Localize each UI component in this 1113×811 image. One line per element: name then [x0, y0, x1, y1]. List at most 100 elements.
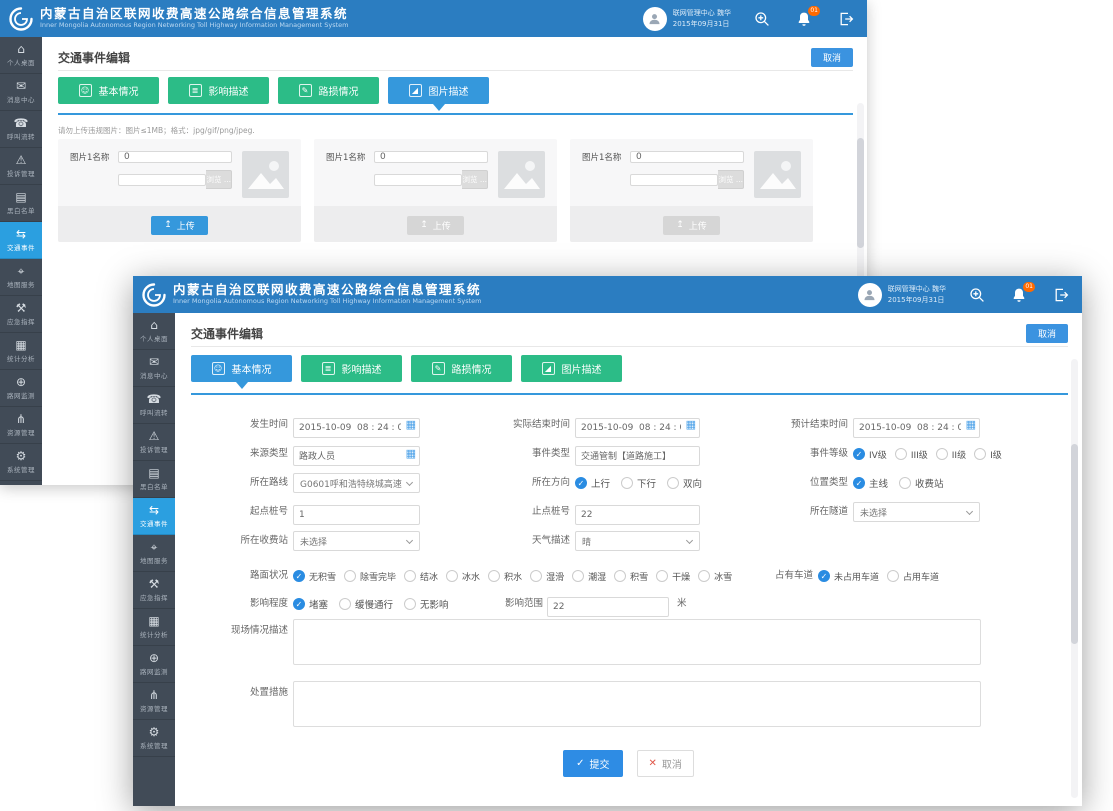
radio-option[interactable]: 占用车道 — [887, 570, 939, 583]
tab[interactable]: ✎ 路损情况 — [411, 355, 512, 382]
impact-range-input[interactable] — [547, 597, 669, 617]
radio-option[interactable]: I级 — [974, 448, 1002, 461]
radio-option[interactable]: 堵塞 — [293, 597, 328, 611]
measures-textarea[interactable] — [293, 681, 981, 727]
radio-option[interactable]: 湿滑 — [530, 570, 564, 583]
logout-icon[interactable] — [838, 11, 854, 27]
logout-icon[interactable] — [1053, 287, 1069, 303]
radio-option[interactable]: 下行 — [621, 476, 656, 490]
start-stake-input[interactable] — [293, 505, 420, 525]
sidebar-item[interactable]: ⌂ 个人桌面 — [0, 37, 42, 74]
sidebar-item[interactable]: ⌖ 地图服务 — [0, 259, 42, 296]
sidebar-item[interactable]: ▦ 统计分析 — [133, 609, 175, 646]
cancel-button[interactable]: 取消 — [1026, 324, 1068, 343]
sidebar-item[interactable]: ⚒ 应急指挥 — [0, 296, 42, 333]
upload-button[interactable]: 上传 — [663, 216, 720, 235]
calendar-icon[interactable] — [406, 418, 416, 432]
sidebar-item[interactable]: ⊕ 路网监测 — [133, 646, 175, 683]
form-cancel-button[interactable]: 取消 — [637, 750, 694, 777]
radio-option[interactable]: 缓慢通行 — [339, 597, 393, 611]
radio-option[interactable]: 除雪完毕 — [344, 570, 396, 583]
sidebar-item[interactable]: ⊕ 路网监测 — [0, 370, 42, 407]
sidebar-item[interactable]: ☎ 呼叫流转 — [133, 387, 175, 424]
image-name-input[interactable] — [374, 151, 488, 163]
sidebar-item[interactable]: ▤ 黑白名单 — [0, 185, 42, 222]
radio-option[interactable]: 潮湿 — [572, 570, 606, 583]
sidebar-item[interactable]: ⚠ 投诉管理 — [133, 424, 175, 461]
expect-end-input[interactable] — [853, 418, 980, 438]
sidebar-item[interactable]: ✉ 消息中心 — [133, 350, 175, 387]
sidebar-item[interactable]: ⌖ 地图服务 — [133, 535, 175, 572]
radio-option[interactable]: 收费站 — [899, 476, 944, 490]
sidebar-item[interactable]: ☎ 呼叫流转 — [0, 111, 42, 148]
file-path-input[interactable] — [374, 174, 462, 186]
radio-option[interactable]: 积水 — [488, 570, 522, 583]
radio-option[interactable]: III级 — [895, 448, 928, 461]
tunnel-select[interactable]: 未选择 — [853, 502, 980, 522]
sidebar-item[interactable]: ▤ 黑白名单 — [133, 461, 175, 498]
sidebar-item[interactable]: ✉ 消息中心 — [0, 74, 42, 111]
file-path-input[interactable] — [118, 174, 206, 186]
tab[interactable]: ✎ 路损情况 — [278, 77, 379, 104]
file-path-input[interactable] — [630, 174, 718, 186]
sidebar-item[interactable]: ⌂ 个人桌面 — [133, 313, 175, 350]
weather-select[interactable]: 晴 — [575, 531, 700, 551]
scrollbar-thumb[interactable] — [1071, 444, 1078, 644]
route-select[interactable]: G0601呼和浩特绕城高速 — [293, 473, 420, 493]
radio-option[interactable]: II级 — [936, 448, 966, 461]
sidebar-item[interactable]: ⚙ 系统管理 — [0, 444, 42, 481]
end-stake-input[interactable] — [575, 505, 700, 525]
scrollbar-thumb[interactable] — [857, 138, 864, 248]
radio-option[interactable]: IV级 — [853, 448, 887, 461]
tab[interactable]: ≣ 影响描述 — [168, 77, 269, 104]
tab[interactable]: ◢ 图片描述 — [388, 77, 489, 104]
notification-bell-icon[interactable]: 01 — [796, 11, 812, 27]
actual-end-input[interactable] — [575, 418, 700, 438]
zoom-search-icon[interactable] — [754, 11, 770, 27]
radio-option[interactable]: 上行 — [575, 476, 610, 490]
browse-button[interactable]: 浏览 ... — [206, 170, 232, 189]
radio-option[interactable]: 积雪 — [614, 570, 648, 583]
tab[interactable]: ☺ 基本情况 — [191, 355, 292, 382]
source-type-input[interactable] — [293, 446, 420, 466]
radio-option[interactable]: 主线 — [853, 476, 888, 490]
scrollbar[interactable] — [1071, 359, 1078, 798]
radio-option[interactable]: 结冰 — [404, 570, 438, 583]
sidebar-item[interactable]: ⚙ 系统管理 — [133, 720, 175, 757]
zoom-search-icon[interactable] — [969, 287, 985, 303]
sidebar-item[interactable]: ⋔ 资源管理 — [133, 683, 175, 720]
radio-option[interactable]: 未占用车道 — [818, 570, 879, 583]
event-type-input[interactable] — [575, 446, 700, 466]
radio-option[interactable]: 干燥 — [656, 570, 690, 583]
sidebar-item[interactable]: ⇆ 交通事件 — [0, 222, 42, 259]
upload-button[interactable]: 上传 — [407, 216, 464, 235]
browse-button[interactable]: 浏览 ... — [718, 170, 744, 189]
scene-desc-textarea[interactable] — [293, 619, 981, 665]
toll-station-select[interactable]: 未选择 — [293, 531, 420, 551]
cancel-button[interactable]: 取消 — [811, 48, 853, 67]
image-name-input[interactable] — [630, 151, 744, 163]
radio-option[interactable]: 双向 — [667, 476, 702, 490]
sidebar-item[interactable]: ⚒ 应急指挥 — [133, 572, 175, 609]
browse-button[interactable]: 浏览 ... — [462, 170, 488, 189]
upload-button[interactable]: 上传 — [151, 216, 208, 235]
sidebar-item[interactable]: ⋔ 资源管理 — [0, 407, 42, 444]
tab[interactable]: ≣ 影响描述 — [301, 355, 402, 382]
sidebar-item[interactable]: ▦ 统计分析 — [0, 333, 42, 370]
occur-time-input[interactable] — [293, 418, 420, 438]
radio-option[interactable]: 冰水 — [446, 570, 480, 583]
user-info[interactable]: 联网管理中心 魏华 2015年09月31日 — [643, 7, 731, 31]
image-name-input[interactable] — [118, 151, 232, 163]
tab[interactable]: ◢ 图片描述 — [521, 355, 622, 382]
calendar-icon[interactable] — [966, 418, 976, 432]
sidebar-item[interactable]: ⇆ 交通事件 — [133, 498, 175, 535]
calendar-icon[interactable] — [406, 447, 416, 461]
sidebar-item[interactable]: ⚠ 投诉管理 — [0, 148, 42, 185]
user-info[interactable]: 联网管理中心 魏华 2015年09月31日 — [858, 283, 946, 307]
notification-bell-icon[interactable]: 01 — [1011, 287, 1027, 303]
submit-button[interactable]: 提交 — [563, 750, 622, 777]
map-service-icon: ⌖ — [151, 541, 158, 553]
calendar-icon[interactable] — [686, 418, 696, 432]
radio-option[interactable]: 无积雪 — [293, 570, 336, 583]
tab[interactable]: ☺ 基本情况 — [58, 77, 159, 104]
